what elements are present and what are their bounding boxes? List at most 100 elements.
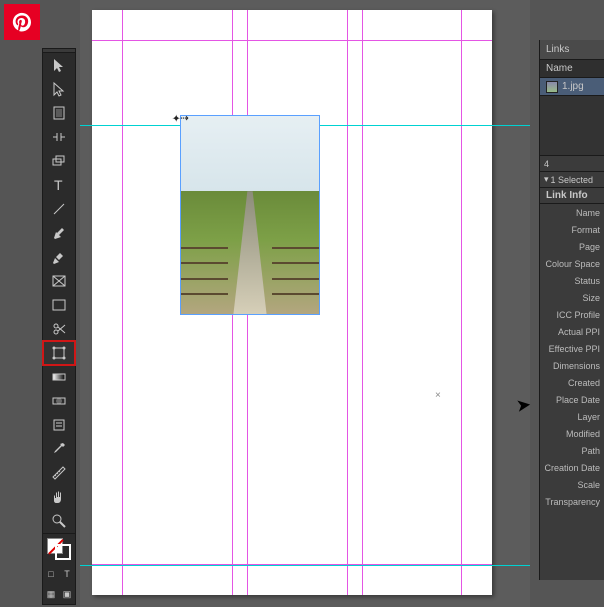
collector-icon <box>51 153 67 169</box>
feather-icon <box>51 393 67 409</box>
frame-center-mark: × <box>435 390 441 401</box>
zoom-icon <box>51 513 67 529</box>
rect-icon <box>51 297 67 313</box>
toolbox: T □ T ▦ ▣ <box>42 48 76 605</box>
link-info-field: Status <box>540 272 604 289</box>
link-info-field: Dimensions <box>540 357 604 374</box>
link-info-header-label: Link Info <box>546 190 588 201</box>
image-road <box>233 191 266 314</box>
color-apply-row: □ T <box>43 564 75 584</box>
type-tool[interactable]: T <box>43 173 75 197</box>
disclosure-triangle-icon[interactable]: ▾ <box>544 174 549 185</box>
zoom-tool[interactable] <box>43 509 75 533</box>
content-collector-tool[interactable] <box>43 149 75 173</box>
document-canvas[interactable]: ✦⇢ × ➤ <box>80 0 530 607</box>
arrow-open-icon <box>51 81 67 97</box>
link-info-field: Format <box>540 221 604 238</box>
link-filename: 1.jpg <box>562 81 584 92</box>
link-info-field: Path <box>540 442 604 459</box>
type-icon: T <box>51 177 67 193</box>
link-info-field: Name <box>540 204 604 221</box>
link-info-field: Colour Space <box>540 255 604 272</box>
line-tool[interactable] <box>43 197 75 221</box>
mouse-cursor-icon: ➤ <box>515 394 533 417</box>
links-list-empty-area <box>540 96 604 156</box>
measure-icon <box>51 465 67 481</box>
rectframe-icon <box>51 273 67 289</box>
links-selected-label: 1 Selected <box>551 175 594 185</box>
arrow-icon <box>51 57 67 73</box>
rectangle-tool[interactable] <box>43 293 75 317</box>
ruler-guide-h2[interactable] <box>80 565 530 566</box>
links-tab-label: Links <box>546 44 569 55</box>
links-name-header-label: Name <box>546 63 573 74</box>
note-tool[interactable] <box>43 413 75 437</box>
pencil-tool[interactable] <box>43 245 75 269</box>
link-info-field: Created <box>540 374 604 391</box>
gradient-feather-tool[interactable] <box>43 389 75 413</box>
page-icon <box>51 105 67 121</box>
apply-color-icon[interactable]: □ <box>43 564 59 584</box>
direct-selection-tool[interactable] <box>43 77 75 101</box>
page-tool[interactable] <box>43 101 75 125</box>
image-gate-right <box>272 240 319 301</box>
eyedropper-tool[interactable] <box>43 437 75 461</box>
link-info-field: Place Date <box>540 391 604 408</box>
hand-tool[interactable] <box>43 485 75 509</box>
links-tab[interactable]: Links <box>540 40 604 60</box>
link-info-field: Page <box>540 238 604 255</box>
measure-tool[interactable] <box>43 461 75 485</box>
link-info-field: Scale <box>540 476 604 493</box>
scissors-tool[interactable] <box>43 317 75 341</box>
pen-icon <box>51 225 67 241</box>
gap-icon <box>51 129 67 145</box>
margin-guide-left <box>122 10 123 595</box>
link-thumbnail <box>546 81 558 93</box>
placed-image-frame[interactable] <box>180 115 320 315</box>
stroke-swatch[interactable] <box>55 544 71 560</box>
link-row[interactable]: 1.jpg <box>540 78 604 96</box>
apply-text-icon[interactable]: T <box>59 564 75 584</box>
gradient-icon <box>51 369 67 385</box>
normal-mode-icon[interactable]: ▦ <box>43 584 59 604</box>
line-icon <box>51 201 67 217</box>
links-count: 4 <box>544 159 549 169</box>
svg-text:T: T <box>54 177 63 193</box>
scissors-icon <box>51 321 67 337</box>
margin-guide-right <box>461 10 462 595</box>
eyedrop-icon <box>51 441 67 457</box>
link-info-field: Transparency <box>540 493 604 510</box>
hand-icon <box>51 489 67 505</box>
image-sky-region <box>181 116 319 191</box>
image-gate-left <box>181 240 228 301</box>
gap-tool[interactable] <box>43 125 75 149</box>
link-info-header: Link Info <box>540 188 604 204</box>
link-info-field: Actual PPI <box>540 323 604 340</box>
links-count-row: 4 <box>540 156 604 172</box>
link-info-field: ICC Profile <box>540 306 604 323</box>
selection-tool[interactable] <box>43 53 75 77</box>
margin-guide-top <box>92 40 492 41</box>
free-transform-tool[interactable] <box>43 341 75 365</box>
links-name-header[interactable]: Name <box>540 60 604 78</box>
anchor-indicator-icon: ✦⇢ <box>172 110 189 126</box>
link-info-field: Layer <box>540 408 604 425</box>
fill-stroke-control[interactable] <box>43 534 75 564</box>
pinterest-badge[interactable] <box>4 4 40 40</box>
pinterest-icon <box>11 11 33 33</box>
preview-mode-icon[interactable]: ▣ <box>59 584 75 604</box>
links-panel: Links Name 1.jpg 4 ▾ 1 Selected Link Inf… <box>539 40 604 580</box>
link-info-field: Creation Date <box>540 459 604 476</box>
link-info-field: Modified <box>540 425 604 442</box>
transform-icon <box>51 345 67 361</box>
links-selected-row: ▾ 1 Selected <box>540 172 604 188</box>
color-mode-row: ▦ ▣ <box>43 584 75 604</box>
column-guide-3 <box>347 10 348 595</box>
image-ground-region <box>181 191 319 314</box>
rectangle-frame-tool[interactable] <box>43 269 75 293</box>
gradient-swatch-tool[interactable] <box>43 365 75 389</box>
link-info-field: Size <box>540 289 604 306</box>
pencil-icon <box>51 249 67 265</box>
link-info-field: Effective PPI <box>540 340 604 357</box>
pen-tool[interactable] <box>43 221 75 245</box>
